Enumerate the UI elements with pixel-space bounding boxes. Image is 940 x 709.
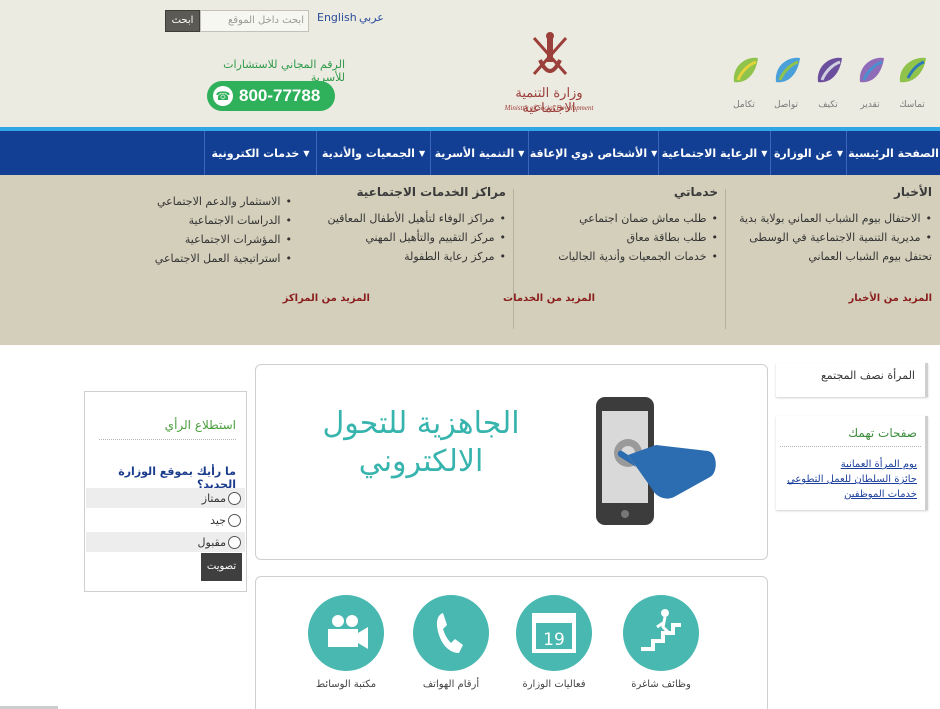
caret-down-icon: ▼ [518,148,525,158]
centers-column: مراكز الخدمات الاجتماعية مراكز الوفاء لت… [306,185,506,266]
calendar-icon: 19 [516,595,592,671]
other-link-item[interactable]: المؤشرات الاجتماعية [132,230,292,249]
nav-item-associations[interactable]: ▼ الجمعيات والأندية [316,131,430,175]
value-item: تواصل [764,52,808,112]
phone-icon: ☎ [213,86,233,106]
video-camera-icon [308,595,384,671]
nav-item-family-development[interactable]: ▼ التنمية الأسرية [430,131,528,175]
centers-title: مراكز الخدمات الاجتماعية [356,185,506,199]
phone-icon [413,595,489,671]
pages-of-interest-box: صفحات تهمك يوم المرأة العمانية جائزة الس… [776,416,928,510]
women-half-society-box[interactable]: المرأة نصف المجتمع [776,363,928,397]
other-link-item[interactable]: الدراسات الاجتماعية [132,211,292,230]
banner-text: الجاهزية للتحول الالكتروني [322,406,520,479]
value-item: تماسك [890,52,934,112]
service-media-library[interactable]: مكتبة الوسائط [296,595,396,690]
search-box: ابحث ابحث داخل الموقع [165,10,309,32]
pages-of-interest-title: صفحات تهمك [848,426,917,440]
divider [99,439,236,440]
more-centers-link[interactable]: المزيد من المراكز [283,293,370,304]
radio-button[interactable] [228,535,241,549]
nav-item-about[interactable]: ▼ عن الوزارة [770,131,846,175]
touch-phone-icon [596,397,716,525]
search-button[interactable]: ابحث [165,10,200,32]
other-link-item[interactable]: استراتيجية العمل الاجتماعي [132,249,292,268]
calendar-day-number: 19 [543,630,565,650]
caret-down-icon: ▼ [836,148,844,158]
poll-title: استطلاع الرأي [164,418,236,432]
news-column: الأخبار الاحتفال بيوم الشباب العماني بول… [732,185,932,266]
service-ministry-events[interactable]: 19 فعاليات الوزارة [504,595,604,690]
poll-option-excellent[interactable]: ممتاز [86,488,245,508]
vote-button[interactable]: تصويت [201,553,242,581]
language-english-link[interactable]: English [317,11,357,24]
link-omani-women-day[interactable]: يوم المرأة العمانية [841,459,917,470]
divider [780,446,921,447]
news-title: الأخبار [893,185,932,199]
news-item[interactable]: الاحتفال بيوم الشباب العماني بولاية بدية [732,209,932,228]
service-item[interactable]: طلب بطاقة معاق [513,228,718,247]
center-item[interactable]: مركز رعاية الطفولة [306,247,506,266]
more-services-link[interactable]: المزيد من الخدمات [503,293,595,304]
news-item[interactable]: مديرية التنمية الاجتماعية في الوسطى تحتف… [732,228,932,266]
leaf-icon [817,57,842,83]
service-phone-numbers[interactable]: أرقام الهواتف [401,595,501,690]
nav-item-social-care[interactable]: ▼ الرعاية الاجتماعية [658,131,770,175]
caret-down-icon: ▼ [303,148,310,158]
services-title: خدماتي [673,185,718,199]
service-item[interactable]: طلب معاش ضمان اجتماعي [513,209,718,228]
nav-item-eservices[interactable]: ▼ خدمات الكترونية [204,131,316,175]
divider [513,189,514,329]
poll-option-good[interactable]: جيد [86,510,245,530]
opinion-poll: استطلاع الرأي ما رأيك بموقع الوزارة الجد… [84,391,247,592]
hotline-badge[interactable]: ☎ 800-77788 [207,81,335,111]
caret-down-icon: ▼ [761,148,768,158]
other-links-column: الاستثمار والدعم الاجتماعي الدراسات الاج… [132,192,292,268]
ministry-name-english: Ministry of Social Development [504,104,594,112]
leaf-icon [733,57,758,83]
service-item[interactable]: خدمات الجمعيات وأندية الجاليات [513,247,718,266]
search-input[interactable]: ابحث داخل الموقع [200,10,309,32]
national-emblem-icon [532,32,568,75]
link-employee-services[interactable]: خدمات الموظفين [844,489,917,500]
value-item: تقدير [848,52,892,112]
divider [725,189,726,329]
quick-services-panel: وظائف شاغرة 19 فعاليات الوزارة أرقام اله… [255,576,768,709]
center-item[interactable]: مركز التقييم والتأهيل المهني [306,228,506,247]
caret-down-icon: ▼ [651,148,658,158]
radio-button[interactable] [228,513,241,527]
mega-menu: الأخبار الاحتفال بيوم الشباب العماني بول… [0,175,940,345]
site-header: ابحث ابحث داخل الموقع English عربي الرقم… [0,0,940,127]
women-half-society-text: المرأة نصف المجتمع [820,369,915,382]
ministry-values: تماسك تقدير تكيف تواصل تكامل [722,52,934,112]
value-item: تكيف [806,52,850,112]
center-item[interactable]: مراكز الوفاء لتأهيل الأطفال المعاقين [306,209,506,228]
more-news-link[interactable]: المزيد من الأخبار [849,293,932,304]
nav-item-disabilities[interactable]: ▼ الأشخاص ذوي الإعاقة [528,131,658,175]
leaf-icon [859,57,884,83]
service-vacancies[interactable]: وظائف شاغرة [611,595,711,690]
eservices-banner[interactable]: الجاهزية للتحول الالكتروني [255,364,768,560]
caret-down-icon: ▼ [418,148,426,158]
poll-option-acceptable[interactable]: مقبول [86,532,245,552]
leaf-icon [775,57,800,83]
services-column: خدماتي طلب معاش ضمان اجتماعي طلب بطاقة م… [513,185,718,266]
nav-item-home[interactable]: الصفحة الرئيسية [846,131,940,175]
value-item: تكامل [722,52,766,112]
other-link-item[interactable]: الاستثمار والدعم الاجتماعي [132,192,292,211]
main-navigation: الصفحة الرئيسية ▼ عن الوزارة ▼ الرعاية الا… [0,127,940,175]
language-arabic-link[interactable]: عربي [359,11,384,24]
leaf-icon [899,57,926,83]
stairs-icon [623,595,699,671]
radio-button[interactable] [228,491,241,505]
hotline-number: 800-77788 [239,86,321,105]
link-sultan-volunteer-award[interactable]: جائزة السلطان للعمل التطوعي [787,474,917,485]
